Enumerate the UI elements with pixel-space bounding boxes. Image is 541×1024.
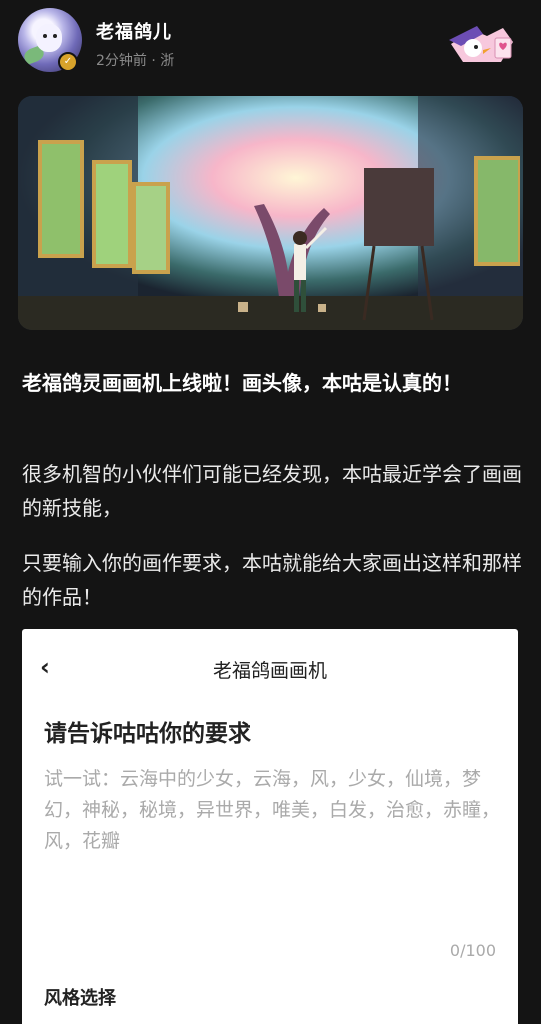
drawing-machine-screenshot: ‹ 老福鸽画画机 请告诉咕咕你的要求 试一试：云海中的少女，云海，风，少女，仙境… [22,629,518,1024]
post-title: 老福鸽灵画画机上线啦！画头像，本咕是认真的！ [22,371,462,395]
prompt-input[interactable]: 试一试：云海中的少女，云海，风，少女，仙境，梦幻，神秘，秘境，异世界，唯美，白发… [44,764,502,857]
painting-scene-illustration [18,96,523,330]
verified-badge-icon: ✓ [58,52,78,72]
avatar-face [36,24,62,52]
avatar-eye [43,34,47,38]
page-title: 老福鸽画画机 [212,660,327,682]
post-meta: 2分钟前 · 浙 [96,53,175,69]
char-counter: 0/100 [449,941,496,960]
post-header: ✓ 老福鸽儿 2分钟前 · 浙 [0,0,541,90]
avatar-eye [53,34,57,38]
post-banner-image[interactable] [18,96,523,330]
username[interactable]: 老福鸽儿 [96,18,172,44]
post-paragraph: 只要输入你的画作要求，本咕就能给大家画出这样和那样的作品！ [22,551,522,609]
style-section-label: 风格选择 [44,988,116,1009]
prompt-heading: 请告诉咕咕你的要求 [44,721,251,747]
pigeon-sticker-icon [449,26,513,62]
post-paragraph: 很多机智的小伙伴们可能已经发现，本咕最近学会了画画的新技能， [22,462,522,520]
